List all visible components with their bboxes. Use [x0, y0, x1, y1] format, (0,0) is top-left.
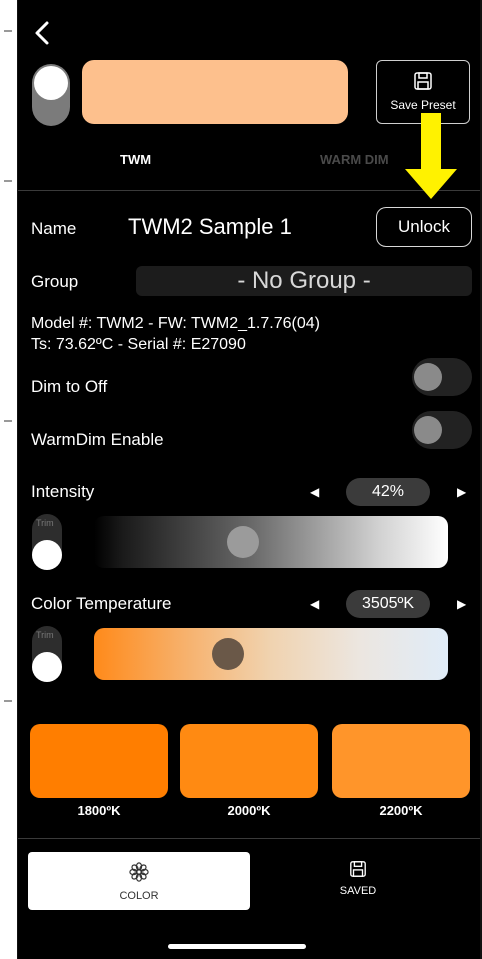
bottom-tab-saved-label: SAVED — [339, 885, 377, 897]
color-temperature-increase-icon[interactable]: ▶ — [457, 597, 466, 611]
color-temperature-value: 3505ºK — [346, 590, 430, 618]
preset-2200k-label: 2200ºK — [379, 803, 423, 818]
temperature-serial-info: Ts: 73.62ºC - Serial #: E27090 — [31, 336, 246, 353]
intensity-slider[interactable] — [94, 516, 448, 568]
tab-twm[interactable]: TWM — [120, 152, 151, 167]
color-temperature-label: Color Temperature — [31, 594, 172, 613]
color-flower-icon — [129, 862, 149, 882]
dim-to-off-switch[interactable] — [412, 358, 472, 396]
intensity-value: 42% — [346, 478, 430, 506]
preset-2200k-swatch[interactable] — [332, 724, 470, 798]
dim-to-off-label: Dim to Off — [31, 377, 108, 396]
unlock-button[interactable]: Unlock — [376, 207, 472, 247]
group-label: Group — [31, 272, 79, 291]
tab-warm-dim[interactable]: WARM DIM — [320, 152, 389, 167]
warmdim-enable-switch[interactable] — [412, 411, 472, 449]
frame-tick — [4, 420, 12, 422]
back-icon[interactable] — [28, 18, 58, 48]
warmdim-enable-label: WarmDim Enable — [31, 430, 164, 449]
bottom-tab-color[interactable]: COLOR — [28, 852, 250, 910]
preset-1800k-swatch[interactable] — [30, 724, 168, 798]
intensity-increase-icon[interactable]: ▶ — [457, 485, 466, 499]
left-frame — [0, 0, 18, 959]
frame-tick — [4, 30, 12, 32]
preset-2000k-swatch[interactable] — [180, 724, 318, 798]
color-temperature-trim-toggle[interactable]: Trim — [32, 626, 62, 682]
color-temperature-slider-thumb[interactable] — [212, 638, 244, 670]
trim-label: Trim — [36, 518, 54, 528]
preset-2000k-label: 2000ºK — [227, 803, 271, 818]
trim-knob — [32, 652, 62, 682]
bottom-tab-saved[interactable]: SAVED — [318, 860, 398, 897]
save-icon — [414, 72, 432, 90]
trim-knob — [32, 540, 62, 570]
bottom-tab-color-label: COLOR — [119, 890, 159, 902]
bottom-divider — [18, 838, 480, 839]
switch-knob — [414, 416, 442, 444]
frame-tick — [4, 700, 12, 702]
model-info: Model #: TWM2 - FW: TWM2_1.7.76(04) — [31, 315, 320, 332]
intensity-trim-toggle[interactable]: Trim — [32, 514, 62, 570]
power-toggle[interactable] — [32, 64, 70, 126]
current-color-swatch — [82, 60, 348, 124]
app-screen: Save Preset TWM WARM DIM Name TWM2 Sampl… — [18, 0, 480, 959]
frame-tick — [4, 180, 12, 182]
switch-knob — [414, 363, 442, 391]
annotation-arrow — [405, 113, 457, 199]
power-toggle-knob — [34, 66, 68, 100]
intensity-label: Intensity — [31, 482, 95, 501]
name-label: Name — [31, 219, 77, 238]
intensity-slider-thumb[interactable] — [227, 526, 259, 558]
device-name: TWM2 Sample 1 — [128, 214, 292, 239]
save-preset-label: Save Preset — [390, 98, 456, 112]
group-selector[interactable]: - No Group - — [136, 266, 472, 296]
color-temperature-slider[interactable] — [94, 628, 448, 680]
home-indicator[interactable] — [168, 944, 306, 949]
preset-1800k-label: 1800ºK — [77, 803, 121, 818]
intensity-decrease-icon[interactable]: ◀ — [310, 485, 319, 499]
save-icon — [350, 861, 366, 877]
color-temperature-decrease-icon[interactable]: ◀ — [310, 597, 319, 611]
trim-label: Trim — [36, 630, 54, 640]
